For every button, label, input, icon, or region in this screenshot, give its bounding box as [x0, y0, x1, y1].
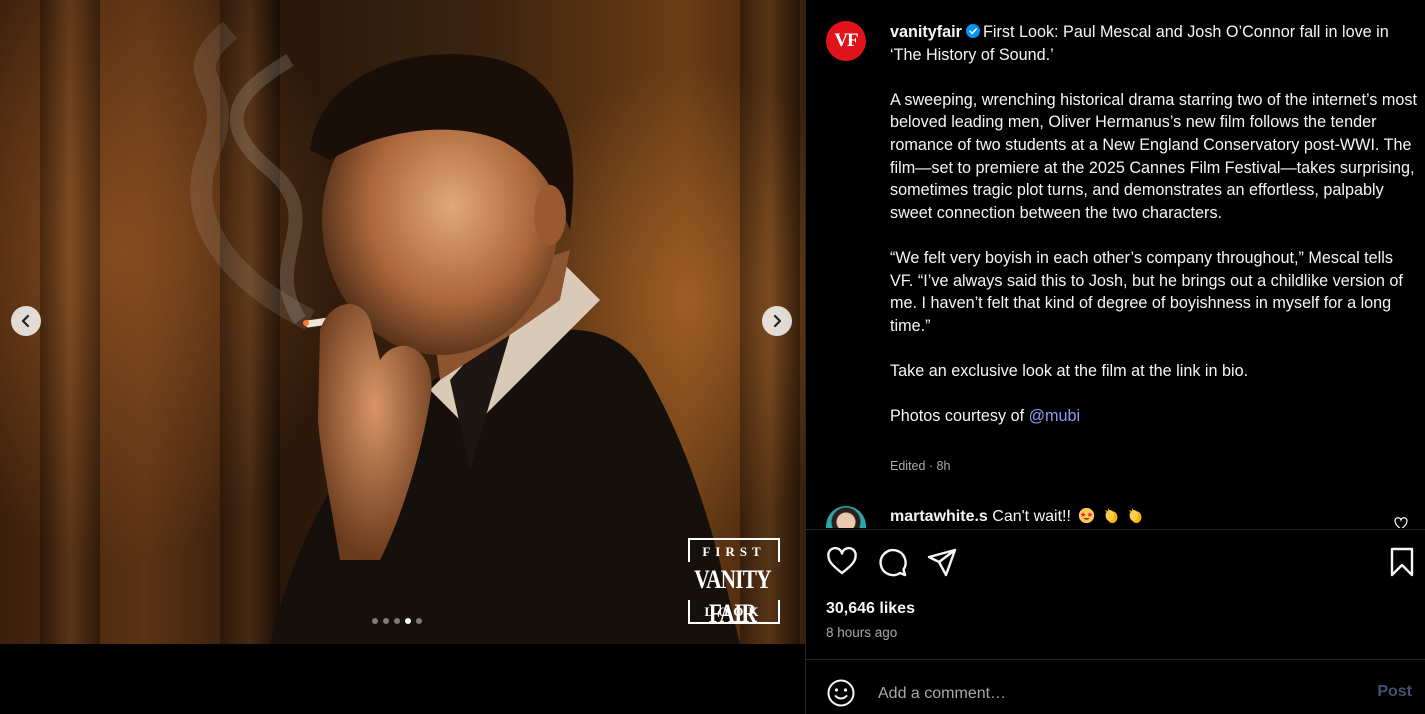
caption-title: First Look: Paul Mescal and Josh O’Conno…	[890, 23, 1389, 64]
mention-link-mubi[interactable]: @mubi	[1029, 407, 1081, 425]
edited-timestamp: Edited · 8h	[890, 459, 951, 473]
carousel-dot	[416, 618, 422, 624]
clapping-hands-emoji-icon	[1105, 508, 1118, 524]
chevron-left-icon	[21, 314, 30, 328]
caption-paragraph-1: A sweeping, wrenching historical drama s…	[890, 90, 1417, 222]
instagram-post-view: FIRST VANITY FAIR LOOK VF vanityfair Firs…	[0, 0, 1425, 714]
chevron-right-icon	[773, 314, 782, 328]
logo-first-text: FIRST	[702, 544, 766, 559]
comment-input[interactable]	[876, 678, 1340, 710]
carousel-next-button[interactable]	[762, 306, 792, 336]
bookmark-icon[interactable]	[1386, 546, 1418, 578]
comment-item: martawhite.s Can't wait!!	[826, 506, 1416, 528]
clapping-hands-emoji-icon	[1129, 508, 1142, 524]
caption-title-line: vanityfair First Look: Paul Mescal and Jo…	[890, 21, 1420, 66]
caption-paragraph-2: “We felt very boyish in each other’s com…	[890, 248, 1403, 335]
caption-paragraph-3: Take an exclusive look at the film at th…	[890, 361, 1249, 380]
post-username[interactable]: vanityfair	[890, 23, 962, 41]
carousel-prev-button[interactable]	[11, 306, 41, 336]
carousel-dot	[383, 618, 389, 624]
smiley-icon[interactable]	[826, 678, 856, 708]
vanity-fair-first-look-logo: FIRST VANITY FAIR LOOK	[675, 538, 790, 628]
carousel-dot	[372, 618, 378, 624]
commenter-username[interactable]: martawhite.s	[890, 508, 988, 525]
post-comment-button[interactable]: Post	[1377, 683, 1412, 701]
comment-body: martawhite.s Can't wait!!	[890, 507, 1144, 526]
verified-badge-icon	[965, 24, 980, 38]
vanityfair-avatar[interactable]: VF	[826, 21, 866, 61]
comment-like-heart-icon[interactable]	[1394, 517, 1408, 528]
likes-count[interactable]: 30,646 likes	[826, 600, 915, 618]
post-details-panel: VF vanityfair First Look: Paul Mescal and…	[805, 0, 1425, 714]
comment-text: Can't wait!!	[992, 508, 1071, 525]
actions-divider	[806, 529, 1425, 530]
caption-paragraph-4: Photos courtesy of @mubi	[890, 405, 1420, 428]
post-time[interactable]: 8 hours ago	[826, 625, 897, 640]
logo-first-box: FIRST	[688, 538, 780, 562]
heart-icon[interactable]	[826, 546, 858, 578]
add-comment-bar: Post	[806, 668, 1425, 714]
comment-input-divider	[806, 659, 1425, 660]
post-actions-bar	[826, 546, 1416, 580]
carousel-dot	[405, 618, 411, 624]
logo-look-text: LOOK	[704, 604, 764, 619]
send-icon[interactable]	[926, 546, 958, 578]
caption-credit-prefix: Photos courtesy of	[890, 407, 1029, 426]
comment-icon[interactable]	[876, 546, 908, 578]
media-bottom-strip	[0, 644, 805, 714]
carousel-dots	[372, 618, 422, 624]
star-struck-emoji-icon	[1079, 507, 1095, 524]
post-photo: FIRST VANITY FAIR LOOK	[0, 0, 805, 644]
carousel-dot	[394, 618, 400, 624]
commenter-avatar[interactable]	[826, 506, 866, 528]
post-caption: vanityfair First Look: Paul Mescal and Jo…	[890, 21, 1420, 450]
logo-look-box: LOOK	[688, 600, 780, 624]
caption-scroll-area[interactable]: VF vanityfair First Look: Paul Mescal and…	[806, 0, 1425, 528]
